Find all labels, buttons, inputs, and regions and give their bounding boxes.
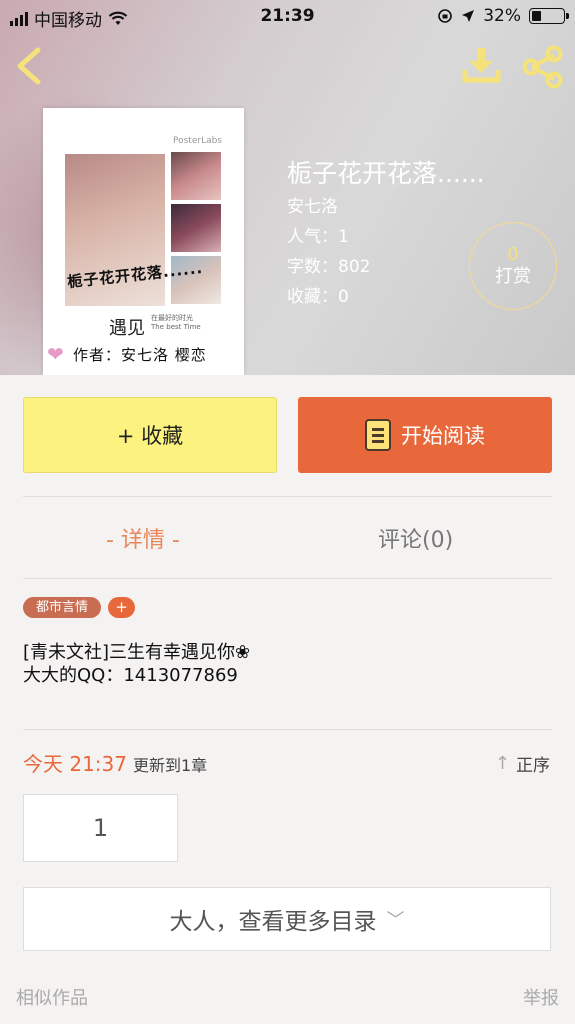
tip-button[interactable]: 0 打赏	[469, 222, 557, 310]
status-right: 32%	[437, 6, 569, 26]
favorites-stat: 收藏：0	[287, 287, 349, 307]
download-icon[interactable]	[460, 44, 504, 88]
book-icon	[365, 419, 391, 451]
book-title: 栀子花开花落......	[287, 159, 485, 188]
cover-photo-1	[171, 152, 221, 200]
battery-level	[532, 11, 541, 21]
update-info: 今天 21:37 更新到1章	[23, 748, 207, 777]
popularity-stat: 人气：1	[287, 227, 349, 247]
sort-order-label: 正序	[516, 756, 550, 776]
start-reading-label: 开始阅读	[401, 424, 485, 448]
description-line1: [青未文社]三生有幸遇见你❀	[23, 642, 251, 663]
tab-comments[interactable]: 评论(0)	[378, 522, 453, 554]
report-link[interactable]: 举报	[523, 984, 559, 1010]
cover-brand: PosterLabs	[173, 136, 222, 146]
location-icon	[462, 10, 475, 22]
chevron-down-icon: ﹀	[386, 910, 405, 931]
more-catalog-button[interactable]: 大人，查看更多目录 ﹀	[23, 887, 551, 951]
update-text: 更新到1章	[133, 756, 208, 775]
divider	[23, 578, 552, 579]
heart-icon: ❤	[47, 342, 64, 366]
cover-subtitle-line1: 在最好的时光	[151, 314, 193, 322]
chapter-item[interactable]: 1	[23, 794, 178, 862]
description-line2: 大大的QQ：1413077869	[23, 665, 238, 686]
add-favorite-label: + 收藏	[116, 424, 184, 448]
book-description: [青未文社]三生有幸遇见你❀ 大大的QQ：1413077869	[23, 641, 250, 687]
battery-icon	[529, 8, 569, 24]
start-reading-button[interactable]: 开始阅读	[298, 397, 552, 473]
cover-subtitle-line2: The best Time	[151, 323, 201, 331]
similar-works-heading: 相似作品	[16, 988, 88, 1009]
tip-label: 打赏	[495, 266, 531, 287]
book-cover[interactable]: PosterLabs 栀子花开花落...... 遇见 在最好的时光 The be…	[43, 108, 244, 375]
cover-subtitle: 在最好的时光 The best Time	[151, 314, 201, 332]
add-tag-button[interactable]: +	[108, 597, 135, 618]
divider	[23, 729, 552, 730]
divider	[23, 496, 552, 497]
add-favorite-button[interactable]: + 收藏	[23, 397, 277, 473]
cover-author: 作者：安七洛 樱恋	[73, 346, 207, 364]
orientation-lock-icon	[438, 9, 453, 23]
update-time: 今天 21:37	[23, 752, 127, 776]
status-bar: 中国移动 21:39 32%	[0, 0, 575, 34]
arrow-up-icon: ↑	[494, 753, 510, 774]
cover-meet: 遇见	[109, 318, 145, 339]
word-count-stat: 字数：802	[287, 257, 371, 277]
tip-count: 0	[507, 244, 519, 265]
sort-order-button[interactable]: ↑ 正序	[495, 751, 550, 776]
genre-tag[interactable]: 都市言情	[23, 597, 101, 618]
back-button[interactable]	[12, 46, 46, 86]
book-author[interactable]: 安七洛	[287, 192, 338, 217]
book-header-banner: 中国移动 21:39 32% PosterLabs 栀子花开花落...... 遇…	[0, 0, 575, 375]
cover-photo-2	[171, 204, 221, 252]
share-icon[interactable]	[520, 44, 566, 90]
battery-percent: 32%	[483, 6, 521, 26]
tab-detail[interactable]: - 详情 -	[106, 522, 180, 554]
more-catalog-label: 大人，查看更多目录	[169, 909, 377, 935]
